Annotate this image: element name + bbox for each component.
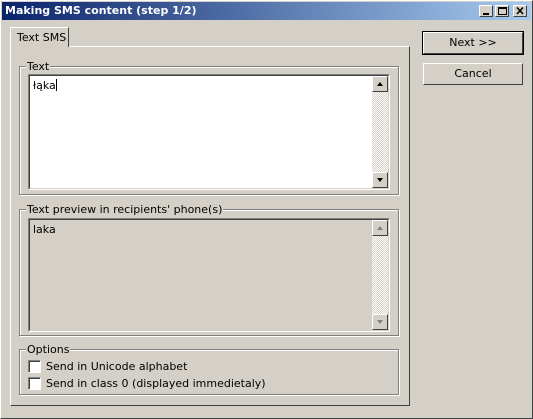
close-button[interactable] [513, 5, 527, 17]
maximize-button[interactable] [495, 5, 509, 17]
minimize-button[interactable] [479, 5, 493, 17]
preview-group-label: Text preview in recipients' phone(s) [26, 203, 224, 216]
preview-text-area: laka [28, 218, 390, 332]
unicode-checkbox-box[interactable] [28, 360, 41, 373]
preview-scroll-up-button[interactable] [372, 220, 388, 236]
unicode-checkbox-label: Send in Unicode alphabet [46, 360, 188, 373]
arrow-up-icon [377, 82, 383, 86]
minimize-icon [483, 13, 489, 15]
cancel-button[interactable]: Cancel [423, 63, 523, 85]
options-group-label: Options [26, 343, 71, 356]
class0-checkbox-box[interactable] [28, 377, 41, 390]
scroll-down-button[interactable] [372, 172, 388, 188]
text-caret [55, 79, 57, 91]
preview-text-value: laka [33, 223, 56, 236]
preview-scrollbar[interactable] [372, 220, 388, 330]
close-icon [516, 6, 524, 15]
tab-text-sms[interactable]: Text SMS [10, 27, 69, 47]
text-group-label: Text [26, 60, 51, 73]
arrow-down-icon [377, 320, 383, 324]
sms-text-input[interactable]: łąka [28, 74, 390, 190]
class0-checkbox-label: Send in class 0 (displayed immedietaly) [46, 377, 266, 390]
scroll-up-button[interactable] [372, 76, 388, 92]
preview-scroll-down-button[interactable] [372, 314, 388, 330]
dialog-window: Making SMS content (step 1/2) Text SMS T… [0, 0, 533, 419]
next-button[interactable]: Next >> [422, 31, 524, 55]
title-bar[interactable]: Making SMS content (step 1/2) [2, 2, 531, 20]
preview-group: Text preview in recipients' phone(s) lak… [19, 203, 399, 336]
maximize-icon [498, 7, 507, 15]
window-title: Making SMS content (step 1/2) [5, 4, 197, 17]
arrow-down-icon [377, 178, 383, 182]
tab-panel: Text łąka Text preview in recipients' ph… [10, 46, 410, 406]
text-group: Text łąka [19, 60, 399, 195]
tab-label: Text SMS [17, 31, 67, 44]
text-scrollbar[interactable] [372, 76, 388, 188]
sms-text-value: łąka [33, 79, 57, 92]
arrow-up-icon [377, 226, 383, 230]
